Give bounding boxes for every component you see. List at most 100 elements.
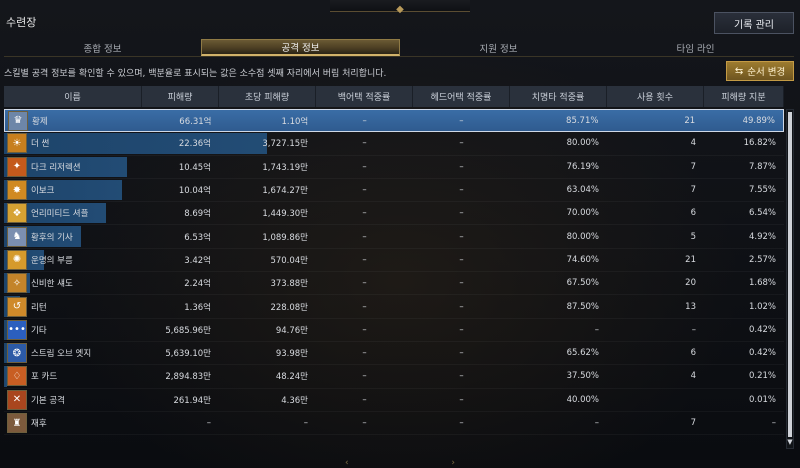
head-cell: – [459, 208, 464, 219]
head-cell: – [459, 324, 464, 335]
dps-cell: 3,727.15만 [262, 139, 308, 150]
column-header[interactable]: 초당 피해량 [219, 86, 316, 107]
share-cell: 0.01% [748, 394, 776, 405]
column-header[interactable]: 피해량 [142, 86, 219, 107]
dps-cell: 48.24만 [275, 372, 308, 383]
back-cell: – [362, 185, 367, 196]
table-row[interactable]: ❖ 언리미티드 셔플 8.69억 1,449.30만 – – 70.00% 6 6.54% [4, 202, 784, 226]
table-row[interactable]: ♞ 황후의 기사 6.53억 1,089.86만 – – 80.00% 5 4.92% [4, 225, 784, 249]
share-cell: 49.89% [742, 115, 776, 126]
crit-cell: 80.00% [566, 231, 599, 242]
skill-name: 신비한 섀도 [31, 279, 73, 290]
table-row[interactable]: ❂ 스트림 오브 엣지 5,639.10만 93.98만 – – 65.62% 6 0.42% [4, 342, 784, 366]
table-row[interactable]: ✺ 운명의 부름 3.42억 570.04만 – – 74.60% 21 2.57% [4, 249, 784, 273]
head-cell: – [459, 138, 464, 149]
skill-name-cell: ✺ 운명의 부름 [4, 249, 142, 271]
table-row[interactable]: ✸ 이보크 10.04억 1,674.27만 – – 63.04% 7 7.55% [4, 179, 784, 203]
column-header[interactable]: 피해량 지분 [704, 86, 784, 107]
record-manage-button[interactable]: 기록 관리 [714, 12, 794, 34]
back-cell: – [362, 254, 367, 265]
dps-cell: 570.04만 [270, 255, 308, 266]
back-cell: – [362, 231, 367, 242]
head-cell: – [459, 371, 464, 382]
share-cell: 1.02% [748, 301, 776, 312]
dps-cell: – [303, 418, 308, 428]
table-row[interactable]: ♛ 황제 66.31억 1.10억 – – 85.71% 21 49.89% [4, 109, 784, 133]
skill-name: 황후의 기사 [31, 232, 73, 243]
table-row[interactable]: ♢ 포 카드 2,894.83만 48.24만 – – 37.50% 4 0.21% [4, 365, 784, 389]
dark-resurrection-icon: ✦ [7, 156, 27, 177]
damage-cell: 6.53억 [184, 232, 211, 243]
tab-timeline[interactable]: 타임 라인 [597, 39, 794, 56]
crit-cell: 37.50% [566, 371, 599, 382]
head-cell: – [459, 301, 464, 312]
sun-card-icon: ☀ [7, 133, 27, 154]
scrollbar[interactable] [786, 109, 794, 449]
skill-name-cell: ❖ 언리미티드 셔플 [4, 202, 142, 224]
next-page-icon[interactable]: › [451, 458, 455, 468]
share-cell: – [771, 418, 776, 428]
table-row[interactable]: ✦ 다크 리저렉션 10.45억 1,743.19만 – – 76.19% 7 7.87% [4, 156, 784, 179]
head-cell: – [459, 394, 464, 405]
column-header[interactable]: 이름 [4, 86, 142, 107]
table-row[interactable]: ✧ 신비한 섀도 2.24억 373.88만 – – 67.50% 20 1.68% [4, 272, 784, 296]
damage-cell: 22.36억 [178, 139, 211, 150]
share-cell: 0.42% [748, 324, 776, 335]
dps-cell: 1,674.27만 [262, 186, 308, 197]
back-cell: – [362, 161, 367, 172]
table-row[interactable]: ••• 기타 5,685.96만 94.76만 – – – – 0.42% [4, 319, 784, 342]
skill-name: 더 썬 [31, 139, 50, 150]
uses-cell: 4 [690, 138, 696, 149]
skill-name: 포 카드 [31, 372, 58, 383]
tab-overview[interactable]: 종합 정보 [4, 39, 201, 56]
column-header[interactable]: 사용 횟수 [607, 86, 704, 107]
unlimited-shuffle-icon: ❖ [7, 203, 27, 224]
crit-cell: 40.00% [566, 394, 599, 405]
skill-name-cell: ♢ 포 카드 [4, 365, 142, 387]
uses-cell: 20 [685, 278, 696, 289]
head-cell: – [459, 254, 464, 265]
table-row[interactable]: ☀ 더 썬 22.36억 3,727.15만 – – 80.00% 4 16.82% [4, 132, 784, 156]
uses-cell: – [691, 324, 696, 335]
scrollbar-thumb[interactable] [788, 112, 792, 437]
description-text: 스킬별 공격 정보를 확인할 수 있으며, 백분율로 표시되는 값은 소수점 셋… [4, 69, 387, 79]
back-cell: – [362, 301, 367, 312]
skill-name: 리턴 [31, 302, 47, 313]
back-cell: – [362, 208, 367, 219]
table-row[interactable]: ♜ 재후 – – – – – 7 – [4, 412, 784, 436]
dps-cell: 1,743.19만 [262, 162, 308, 173]
dps-cell: 373.88만 [270, 279, 308, 290]
skill-name-cell: ♛ 황제 [5, 110, 143, 131]
uses-cell: 4 [690, 371, 696, 382]
column-header[interactable]: 백어택 적중률 [316, 86, 413, 107]
head-cell: – [459, 161, 464, 172]
uses-cell [607, 389, 704, 411]
uses-cell: 21 [685, 254, 696, 265]
back-cell: – [362, 394, 367, 405]
damage-cell: 3.42억 [184, 255, 211, 266]
crit-cell: 67.50% [566, 278, 599, 289]
prev-page-icon[interactable]: ‹ [345, 458, 349, 468]
back-cell: – [362, 418, 367, 428]
column-header[interactable]: 치명타 적중률 [510, 86, 607, 107]
table-row[interactable]: ↺ 리턴 1.36억 228.08만 – – 87.50% 13 1.02% [4, 295, 784, 319]
four-card-icon: ♢ [7, 366, 27, 387]
tab-attack-info[interactable]: 공격 정보 [201, 39, 400, 56]
damage-cell: 5,685.96만 [165, 325, 211, 336]
crit-cell: 63.04% [566, 185, 599, 196]
skill-name-cell: ✦ 다크 리저렉션 [4, 156, 142, 178]
scroll-down-icon[interactable]: ▼ [786, 438, 794, 446]
skill-name: 기본 공격 [31, 395, 65, 406]
share-cell: 7.55% [748, 185, 776, 196]
dps-cell: 1,449.30만 [262, 209, 308, 220]
dps-cell: 4.36만 [281, 395, 308, 406]
share-cell: 4.92% [748, 231, 776, 242]
skill-name-cell: ♜ 재후 [4, 412, 142, 434]
column-header[interactable]: 헤드어택 적중률 [413, 86, 510, 107]
tab-support-info[interactable]: 지원 정보 [400, 39, 597, 56]
table-row[interactable]: ✕ 기본 공격 261.94만 4.36만 – – 40.00% 0.01% [4, 389, 784, 412]
sort-order-button[interactable]: ⇆ 순서 변경 [726, 61, 794, 81]
basic-attack-icon: ✕ [7, 389, 27, 410]
skill-name: 언리미티드 셔플 [31, 209, 89, 220]
back-cell: – [362, 115, 367, 126]
